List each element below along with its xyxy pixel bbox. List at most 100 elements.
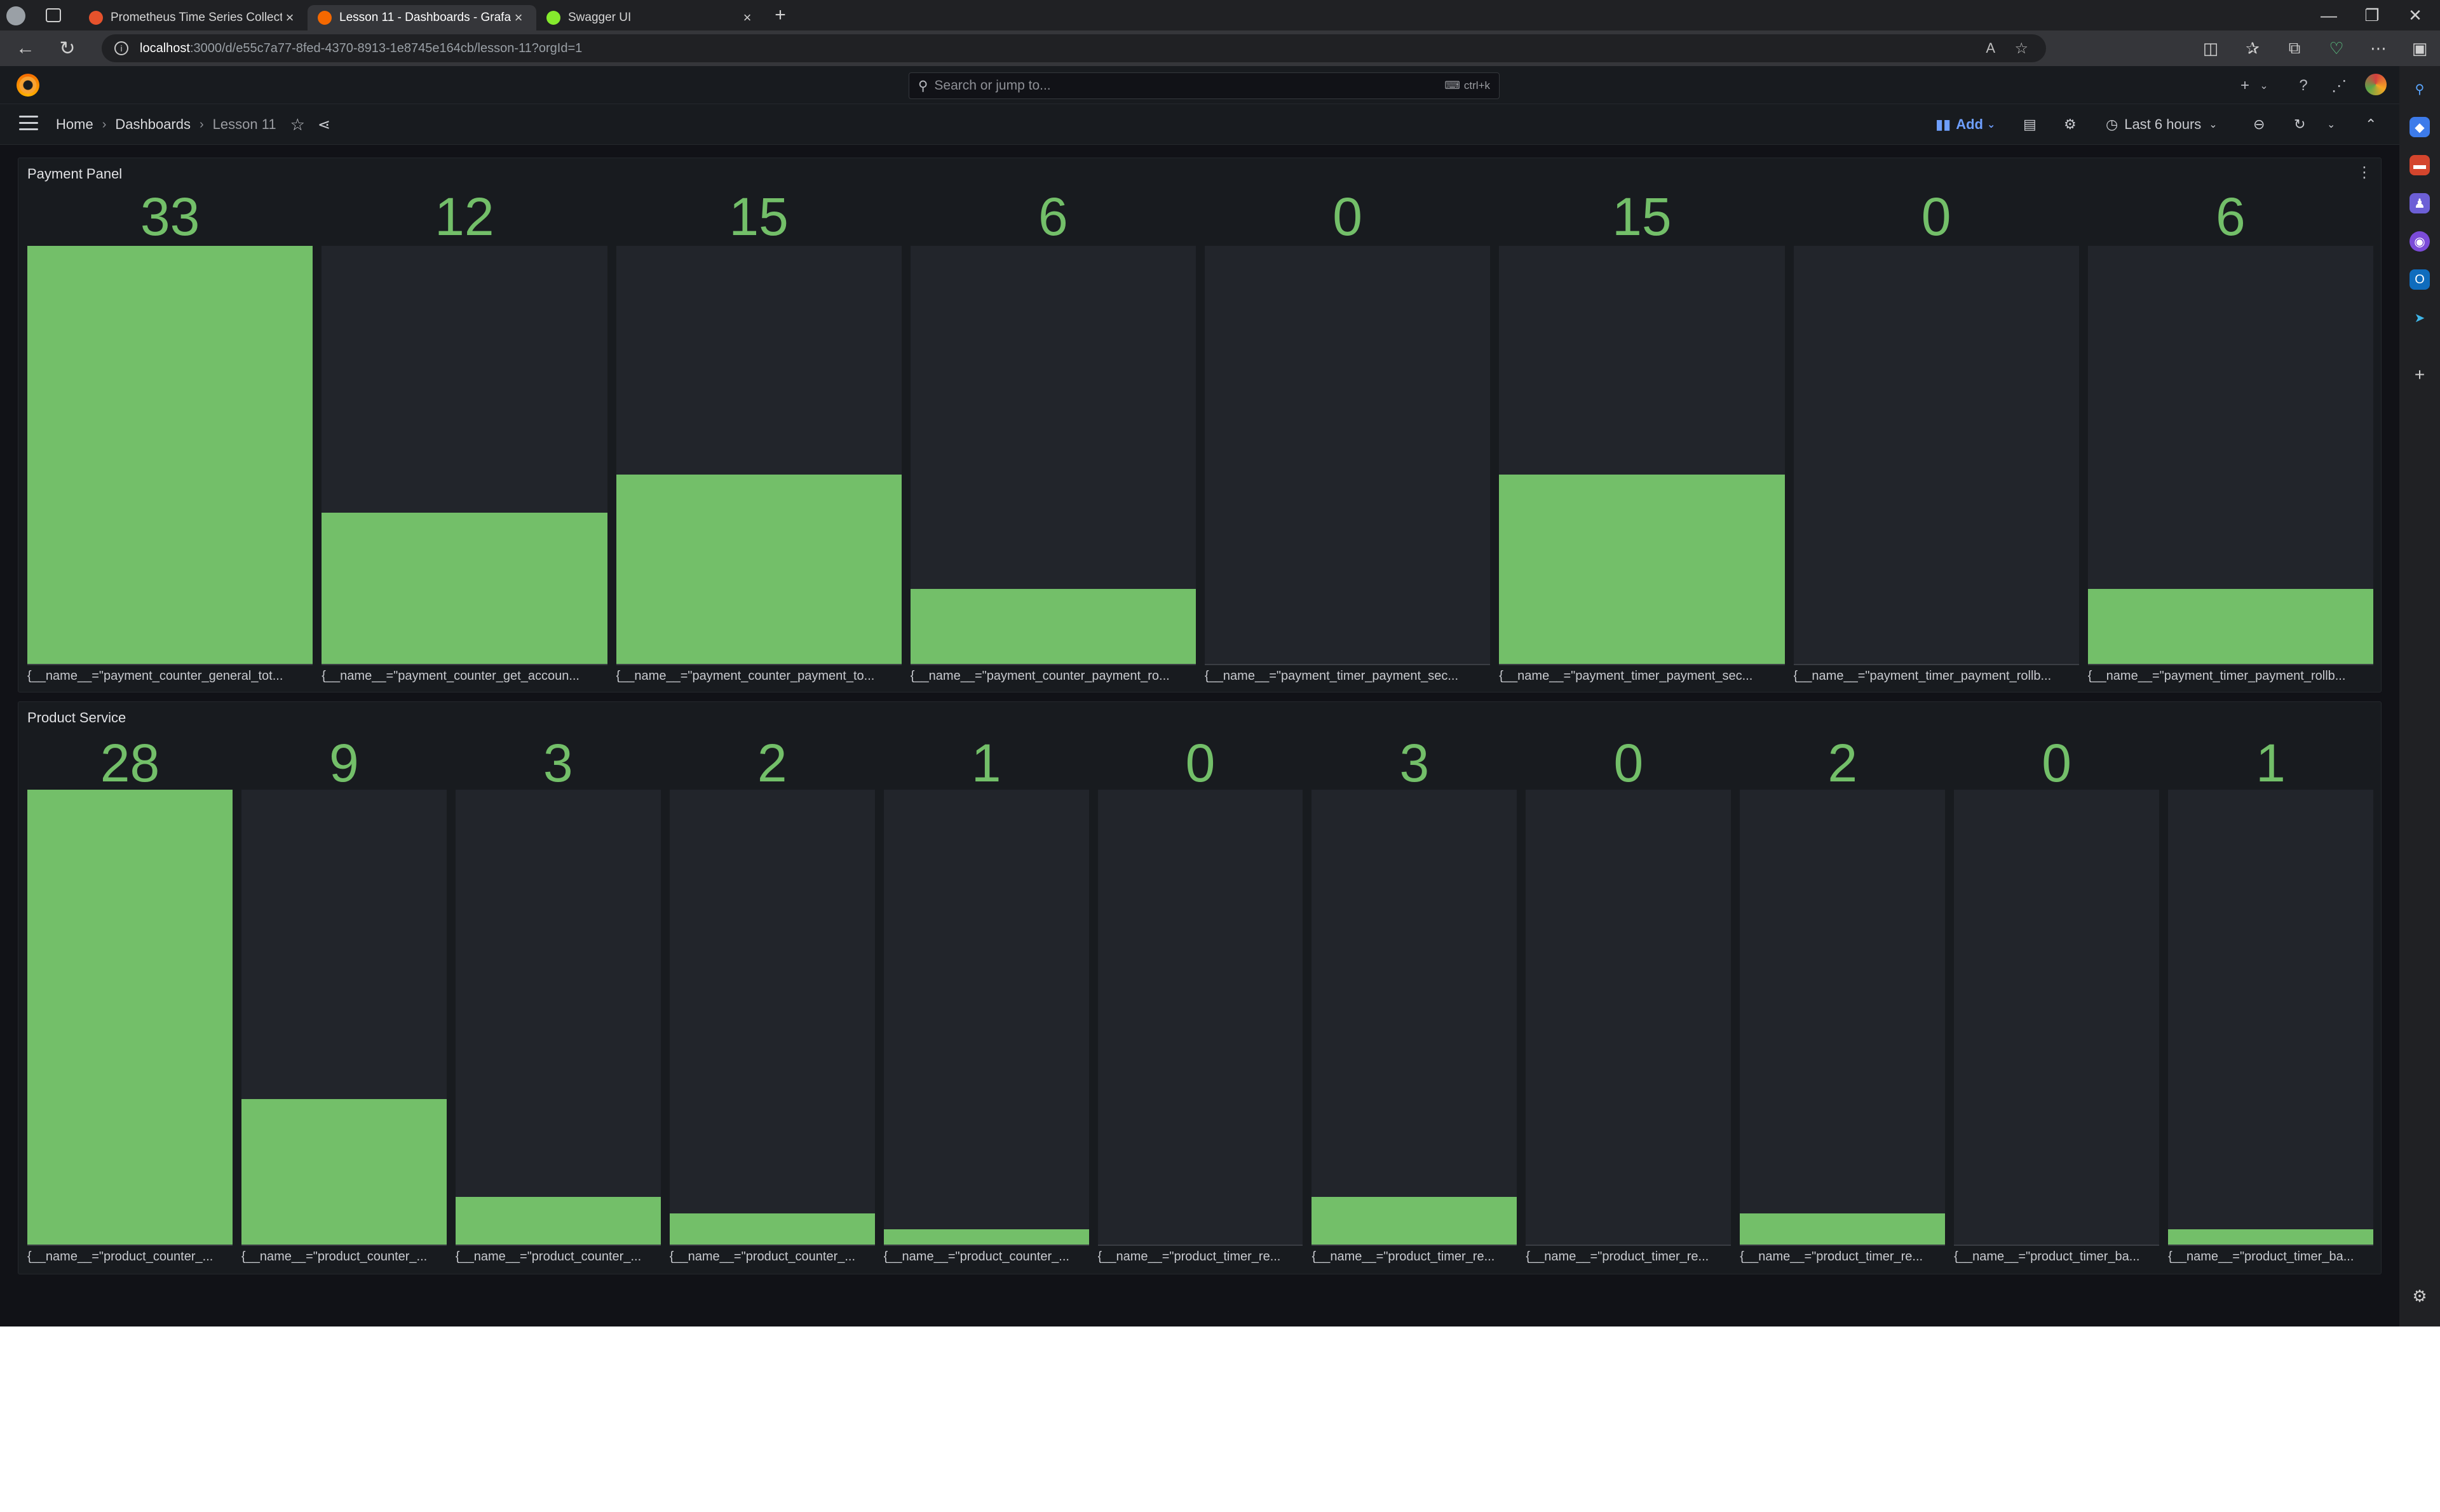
favorites-icon[interactable]: ✰ <box>2232 30 2274 66</box>
save-dashboard-icon[interactable]: ▤ <box>2023 104 2037 145</box>
bar-value: 15 <box>729 187 789 246</box>
bar-baseline <box>1793 664 2079 665</box>
bar-label: {__name__="payment_timer_payment_rollb..… <box>1793 669 2052 683</box>
browser-tab-title: Prometheus Time Series Collecti <box>111 11 282 24</box>
bar-baseline <box>1954 1245 2160 1246</box>
bar[interactable] <box>2087 589 2373 665</box>
user-avatar[interactable] <box>2365 74 2387 95</box>
bar[interactable] <box>883 1229 1089 1246</box>
close-tab-icon[interactable]: × <box>740 10 755 26</box>
browser-essentials-icon[interactable]: ♡ <box>2315 30 2357 66</box>
shopping-icon[interactable]: ◆ <box>2410 117 2430 137</box>
new-tab-button[interactable]: + <box>765 0 796 30</box>
tab-actions-icon[interactable] <box>46 8 61 22</box>
bar[interactable] <box>1499 475 1785 665</box>
new-plus-icon[interactable]: + <box>2234 75 2256 97</box>
split-screen-icon[interactable]: ◫ <box>2190 30 2232 66</box>
breadcrumb-dashboards[interactable]: Dashboards <box>115 116 191 133</box>
bar[interactable] <box>27 246 313 665</box>
bar-track <box>1205 246 1491 665</box>
restore-window-icon[interactable]: ❐ <box>2351 0 2393 30</box>
dashboard-toolbar: Home › Dashboards › Lesson 11 ☆ ⋖ ▮▮ Add… <box>0 104 2399 145</box>
menu-hamburger-icon[interactable] <box>19 116 38 132</box>
grafana-logo-icon[interactable] <box>17 74 39 97</box>
bar[interactable] <box>669 1213 875 1246</box>
bar-cell: 12 {__name__="payment_counter_get_accoun.… <box>322 158 607 688</box>
bar-cell: 33 {__name__="payment_counter_general_tot… <box>27 158 313 688</box>
games-icon[interactable]: ♟ <box>2410 193 2430 213</box>
site-info-icon[interactable]: i <box>114 41 128 55</box>
sidebar-settings-icon[interactable]: ⚙ <box>2410 1286 2430 1306</box>
collections-icon[interactable]: ⧉ <box>2274 30 2315 66</box>
browser-tab-active[interactable]: Lesson 11 - Dashboards - Grafan × <box>308 5 536 30</box>
bar-cell: 2 {__name__="product_counter_... <box>669 702 875 1269</box>
add-button-label: Add <box>1956 116 1983 132</box>
time-picker-button[interactable]: ◷ Last 6 hours ⌄ <box>2106 104 2218 145</box>
browser-tab-strip: Prometheus Time Series Collecti × Lesson… <box>0 0 2440 30</box>
add-sidebar-app-icon[interactable]: + <box>2410 365 2430 385</box>
bar-track <box>1740 790 1946 1246</box>
reload-icon[interactable]: ↻ <box>48 30 86 66</box>
favorite-star-icon[interactable]: ☆ <box>2014 39 2028 58</box>
bar-track <box>910 246 1196 665</box>
search-icon[interactable]: ⚲ <box>2410 79 2430 99</box>
news-feed-icon[interactable]: ⋰ <box>2328 75 2350 97</box>
more-options-icon[interactable]: ⋯ <box>2357 30 2399 66</box>
bar[interactable] <box>322 513 607 665</box>
chevron-down-icon[interactable]: ⌄ <box>2253 75 2275 97</box>
bar[interactable] <box>616 475 902 665</box>
toolbox-icon[interactable]: ▬ <box>2410 155 2430 175</box>
close-tab-icon[interactable]: × <box>282 10 297 26</box>
add-button[interactable]: ▮▮ Add ⌄ <box>1935 104 1995 145</box>
back-icon[interactable]: ← <box>6 30 44 66</box>
breadcrumb-home[interactable]: Home <box>56 116 93 133</box>
bar[interactable] <box>1740 1213 1946 1246</box>
read-aloud-icon[interactable]: A <box>1986 40 1995 57</box>
bar[interactable] <box>1312 1197 1517 1246</box>
browser-profile-icon[interactable] <box>6 6 25 25</box>
bar-cell: 1 {__name__="product_timer_ba... <box>2168 702 2373 1269</box>
bar-cell: 9 {__name__="product_counter_... <box>241 702 447 1269</box>
breadcrumb: Home › Dashboards › Lesson 11 ☆ ⋖ <box>56 104 330 145</box>
refresh-interval-chevron-icon[interactable]: ⌄ <box>2327 104 2335 145</box>
bar-label: {__name__="product_counter_... <box>455 1250 642 1264</box>
star-icon[interactable]: ☆ <box>290 115 305 135</box>
bar-baseline <box>241 1245 447 1246</box>
close-tab-icon[interactable]: × <box>511 10 526 26</box>
url-host: localhost <box>140 41 190 55</box>
browser-tab[interactable]: Prometheus Time Series Collecti × <box>79 5 308 30</box>
bar[interactable] <box>910 589 1196 665</box>
product-service-panel: Product Service 28 {__name__="product_cou… <box>18 701 2382 1274</box>
bar-cell: 6 {__name__="payment_timer_payment_rollb.… <box>2087 158 2373 688</box>
outlook-icon[interactable]: O <box>2410 269 2430 290</box>
collapse-toolbar-icon[interactable]: ⌃ <box>2365 104 2376 145</box>
search-input[interactable]: ⚲ Search or jump to... ⌨ ctrl+k <box>909 72 1500 99</box>
add-panel-icon: ▮▮ <box>1935 116 1951 132</box>
bar-track <box>1097 790 1303 1246</box>
help-icon[interactable]: ? <box>2293 75 2314 97</box>
bar[interactable] <box>27 790 233 1246</box>
bar-label: {__name__="payment_timer_payment_sec... <box>1499 669 1753 683</box>
copilot-icon[interactable]: ◉ <box>2410 231 2430 252</box>
bar-label: {__name__="product_timer_re... <box>1740 1250 1923 1264</box>
dashboard-settings-icon[interactable]: ⚙ <box>2064 104 2077 145</box>
share-icon[interactable]: ⋖ <box>318 116 330 134</box>
refresh-icon[interactable]: ↻ <box>2294 104 2305 145</box>
browser-side-pane: ⚲ ◆ ▬ ♟ ◉ O ➤ + ⚙ <box>2399 66 2440 1326</box>
address-bar[interactable]: i localhost:3000/d/e55c7a77-8fed-4370-89… <box>102 34 2046 62</box>
bar[interactable] <box>241 1099 447 1246</box>
close-window-icon[interactable]: ✕ <box>2394 0 2436 30</box>
drop-icon[interactable]: ➤ <box>2410 307 2430 328</box>
browser-tab[interactable]: Swagger UI × <box>536 5 765 30</box>
bar-baseline <box>883 1245 1089 1246</box>
bar[interactable] <box>2168 1229 2373 1246</box>
zoom-out-icon[interactable]: ⊖ <box>2253 104 2265 145</box>
bar[interactable] <box>455 1197 661 1246</box>
bar-label: {__name__="product_timer_ba... <box>1954 1250 2140 1264</box>
minimize-window-icon[interactable]: — <box>2308 0 2350 30</box>
bar-track <box>1499 246 1785 665</box>
sidebar-toggle-icon[interactable]: ▣ <box>2399 30 2440 66</box>
bar-label: {__name__="product_counter_... <box>883 1250 1069 1264</box>
bar-label: {__name__="product_timer_re... <box>1097 1250 1281 1264</box>
keyboard-icon: ⌨ <box>1444 79 1460 91</box>
